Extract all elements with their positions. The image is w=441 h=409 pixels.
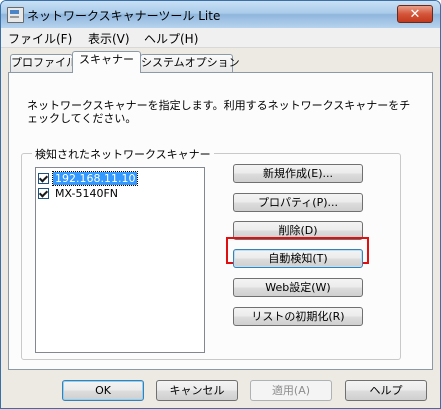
scanner-list[interactable]: 192.168.11.10 MX-5140FN — [35, 167, 205, 353]
apply-button[interactable]: 適用(A) — [250, 380, 332, 401]
title-bar[interactable]: ネットワークスキャナーツール Lite ✕ — [1, 1, 440, 29]
scanner-checkbox[interactable] — [38, 188, 49, 199]
scanner-tab-panel: ネットワークスキャナーを指定します。利用するネットワークスキャナーをチェックして… — [8, 72, 433, 370]
cancel-button[interactable]: キャンセル — [156, 380, 238, 401]
new-button[interactable]: 新規作成(E)... — [233, 164, 363, 183]
scanner-checkbox[interactable] — [38, 173, 49, 184]
tab-profile[interactable]: プロファイル — [10, 54, 77, 72]
menu-file[interactable]: ファイル(F) — [8, 30, 72, 47]
help-button[interactable]: ヘルプ — [345, 380, 427, 401]
tab-system-options[interactable]: システムオプション — [140, 54, 240, 72]
close-button[interactable]: ✕ — [397, 5, 433, 23]
window-title: ネットワークスキャナーツール Lite — [27, 9, 221, 23]
tab-scanner[interactable]: スキャナー — [72, 51, 141, 73]
list-item[interactable]: 192.168.11.10 — [38, 171, 139, 186]
web-settings-button[interactable]: Web設定(W) — [233, 278, 363, 297]
list-item[interactable]: MX-5140FN — [38, 187, 120, 200]
close-icon: ✕ — [409, 7, 421, 22]
app-scanner-icon — [7, 7, 24, 23]
scanner-name[interactable]: 192.168.11.10 — [51, 171, 139, 186]
auto-detect-button[interactable]: 自動検知(T) — [233, 249, 363, 268]
scanner-name[interactable]: MX-5140FN — [53, 187, 120, 200]
ok-button[interactable]: OK — [62, 380, 144, 401]
group-title: 検知されたネットワークスキャナー — [32, 146, 214, 162]
menu-bar: ファイル(F) 表示(V) ヘルプ(H) — [1, 28, 440, 48]
tab-strip: プロファイル スキャナー システムオプション — [1, 47, 440, 73]
panel-description: ネットワークスキャナーを指定します。利用するネットワークスキャナーをチェックして… — [27, 99, 411, 125]
menu-view[interactable]: 表示(V) — [88, 30, 130, 47]
reset-list-button[interactable]: リストの初期化(R) — [233, 307, 363, 326]
app-window: ネットワークスキャナーツール Lite ✕ ファイル(F) 表示(V) ヘルプ(… — [0, 0, 441, 409]
menu-help[interactable]: ヘルプ(H) — [144, 30, 198, 47]
properties-button[interactable]: プロパティ(P)... — [233, 193, 363, 212]
